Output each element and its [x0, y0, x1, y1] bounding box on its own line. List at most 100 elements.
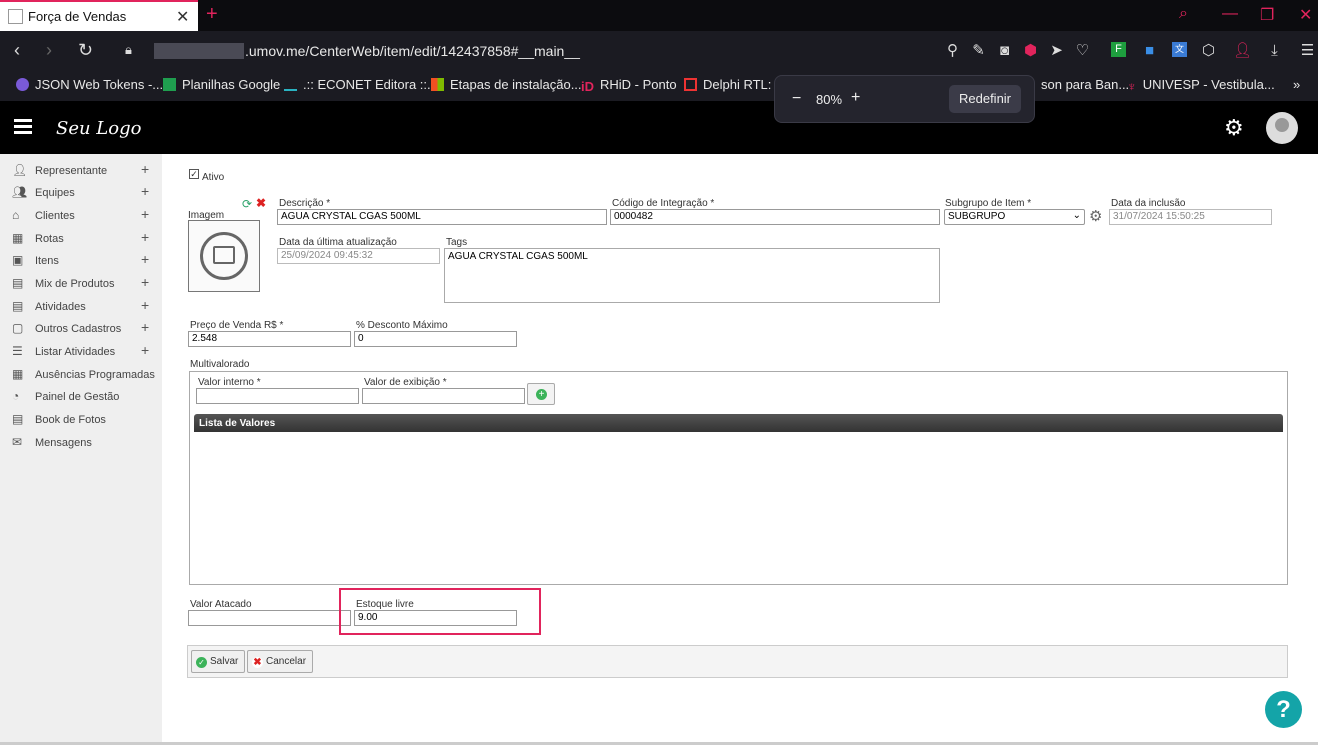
sidebar-item-mensagens[interactable]: ✉ Mensagens: [0, 433, 162, 453]
box-icon: ▤: [12, 276, 24, 290]
bookmark-rhid[interactable]: iD RHiD - Ponto: [581, 77, 677, 94]
sidebar-item-mix-produtos[interactable]: ▤ Mix de Produtos +: [0, 274, 162, 294]
zoom-in-button[interactable]: +: [851, 89, 860, 107]
profile-icon[interactable]: 👤︎: [1233, 42, 1252, 59]
document-icon: ▢: [12, 321, 24, 335]
expand-plus-icon[interactable]: +: [141, 297, 149, 313]
forward-icon[interactable]: ›: [46, 40, 52, 61]
url-redacted: [154, 43, 244, 59]
tab-close-icon[interactable]: ✕: [176, 7, 189, 27]
restore-icon[interactable]: ❐: [1260, 5, 1274, 25]
valor-exibicao-label: Valor de exibição *: [364, 377, 447, 388]
sheets-icon: [163, 78, 176, 91]
edit-icon[interactable]: ✎: [970, 42, 987, 59]
tags-textarea[interactable]: AGUA CRYSTAL CGAS 500ML: [444, 248, 940, 303]
extension-f-icon[interactable]: F: [1111, 42, 1126, 57]
sidebar-item-rotas[interactable]: ▦ Rotas +: [0, 229, 162, 249]
expand-plus-icon[interactable]: +: [141, 229, 149, 245]
codigo-input[interactable]: 0000482: [610, 209, 940, 225]
person-icon: 👤︎: [12, 163, 28, 177]
expand-plus-icon[interactable]: +: [141, 183, 149, 199]
valor-interno-input[interactable]: [196, 388, 359, 404]
map-icon: ▦: [12, 231, 24, 245]
sidebar-item-equipes[interactable]: 👥︎ Equipes +: [0, 183, 162, 203]
sidebar-item-atividades[interactable]: ▤ Atividades +: [0, 297, 162, 317]
back-icon[interactable]: ‹: [14, 40, 20, 61]
data-atualizacao-field: 25/09/2024 09:45:32: [277, 248, 440, 264]
expand-plus-icon[interactable]: +: [141, 342, 149, 358]
shield-icon[interactable]: ⬢: [1022, 42, 1039, 59]
reload-icon[interactable]: ↻: [78, 40, 93, 61]
refresh-icon[interactable]: ⟳: [242, 197, 252, 211]
zoom-popup: − 80% + Redefinir: [774, 75, 1035, 123]
more-bookmarks-icon[interactable]: »: [1293, 77, 1300, 92]
app-logo: Seu Logo: [56, 118, 142, 139]
camera-icon[interactable]: ◙: [996, 42, 1013, 59]
desconto-input[interactable]: 0: [354, 331, 517, 347]
delete-image-icon[interactable]: ✖: [256, 196, 266, 210]
sidebar-item-itens[interactable]: ▣ Itens +: [0, 251, 162, 271]
bookmark-econet[interactable]: .:: ECONET Editora ::...: [284, 77, 438, 92]
zoom-reset-button[interactable]: Redefinir: [949, 85, 1021, 113]
tags-label: Tags: [446, 237, 468, 248]
expand-plus-icon[interactable]: +: [141, 161, 149, 177]
sidebar-item-outros-cadastros[interactable]: ▢ Outros Cadastros +: [0, 319, 162, 339]
extension-puzzle-icon[interactable]: ■: [1141, 42, 1158, 59]
sidebar-item-representante[interactable]: 👤︎ Representante +: [0, 161, 162, 181]
data-atualizacao-label: Data da última atualização: [279, 237, 397, 248]
expand-plus-icon[interactable]: +: [141, 319, 149, 335]
bookmark-etapas[interactable]: Etapas de instalação...: [431, 77, 582, 92]
preco-input[interactable]: 2.548: [188, 331, 351, 347]
new-tab-icon[interactable]: +: [206, 3, 218, 26]
add-value-button[interactable]: +: [527, 383, 555, 405]
subgrupo-select[interactable]: SUBGRUPO ⌄: [944, 209, 1085, 225]
zoom-out-button[interactable]: −: [792, 90, 801, 108]
bookmark-univesp[interactable]: ♆ UNIVESP - Vestibula...: [1127, 77, 1275, 94]
bookmark-planilhas[interactable]: Planilhas Google: [163, 77, 280, 92]
translate-icon[interactable]: 文: [1172, 42, 1187, 57]
minimize-icon[interactable]: —: [1222, 5, 1238, 23]
avatar[interactable]: [1266, 112, 1298, 144]
download-icon[interactable]: ⤓: [1266, 42, 1283, 59]
url-text[interactable]: .umov.me/CenterWeb/item/edit/142437858#_…: [245, 43, 580, 59]
chevron-down-icon: ⌄: [1072, 210, 1081, 221]
search-tabs-icon[interactable]: ⌕: [1179, 5, 1188, 23]
check-icon: ✓: [196, 657, 207, 668]
valor-atacado-input[interactable]: [188, 610, 351, 626]
expand-plus-icon[interactable]: +: [141, 206, 149, 222]
cube-icon[interactable]: ⬡: [1200, 42, 1217, 59]
sidebar-item-ausencias[interactable]: ▦ Ausências Programadas: [0, 365, 162, 385]
bookmark-jwt[interactable]: JSON Web Tokens -...: [16, 77, 163, 92]
settings-gear-icon[interactable]: ⚙: [1224, 115, 1244, 141]
estoque-livre-input[interactable]: 9.00: [354, 610, 517, 626]
bookmarks-bar: JSON Web Tokens -... Planilhas Google .:…: [0, 71, 1318, 101]
hamburger-icon[interactable]: [14, 119, 32, 135]
save-button[interactable]: ✓ Salvar: [191, 650, 246, 673]
browser-tab[interactable]: Força de Vendas ✕: [0, 0, 198, 31]
ativo-checkbox[interactable]: ✓: [189, 169, 199, 179]
sidebar-item-book-fotos[interactable]: ▤ Book de Fotos: [0, 410, 162, 430]
bookmark-json-banco[interactable]: son para Ban...: [1041, 77, 1129, 92]
expand-plus-icon[interactable]: +: [141, 274, 149, 290]
zoom-icon[interactable]: ⚲: [944, 42, 961, 59]
sidebar-item-painel-gestao[interactable]: ◔ Painel de Gestão: [0, 387, 162, 407]
tab-title: Força de Vendas: [28, 9, 127, 24]
cancel-x-icon: ✖: [252, 657, 263, 668]
heart-icon[interactable]: ♡: [1074, 42, 1091, 59]
image-placeholder[interactable]: [188, 220, 260, 292]
sidebar-item-clientes[interactable]: ⌂ Clientes +: [0, 206, 162, 226]
valor-exibicao-input[interactable]: [362, 388, 525, 404]
lock-icon: 🔒︎: [125, 42, 132, 57]
window-close-icon[interactable]: ✕: [1299, 5, 1312, 25]
menu-icon[interactable]: ☰: [1299, 42, 1316, 59]
sidebar-item-listar-atividades[interactable]: ☰ Listar Atividades +: [0, 342, 162, 362]
expand-plus-icon[interactable]: +: [141, 251, 149, 267]
subgrupo-settings-gear-icon[interactable]: ⚙: [1089, 207, 1102, 225]
browser-tab-bar: Força de Vendas ✕ + ⌕ — ❐ ✕: [0, 0, 1318, 31]
send-icon[interactable]: ➤: [1048, 42, 1065, 59]
bookmark-delphi[interactable]: Delphi RTL: C: [684, 77, 784, 92]
descricao-input[interactable]: AGUA CRYSTAL CGAS 500ML: [277, 209, 607, 225]
valor-atacado-label: Valor Atacado: [190, 599, 252, 610]
cancel-button[interactable]: ✖ Cancelar: [247, 650, 314, 673]
help-button[interactable]: ?: [1265, 691, 1302, 728]
